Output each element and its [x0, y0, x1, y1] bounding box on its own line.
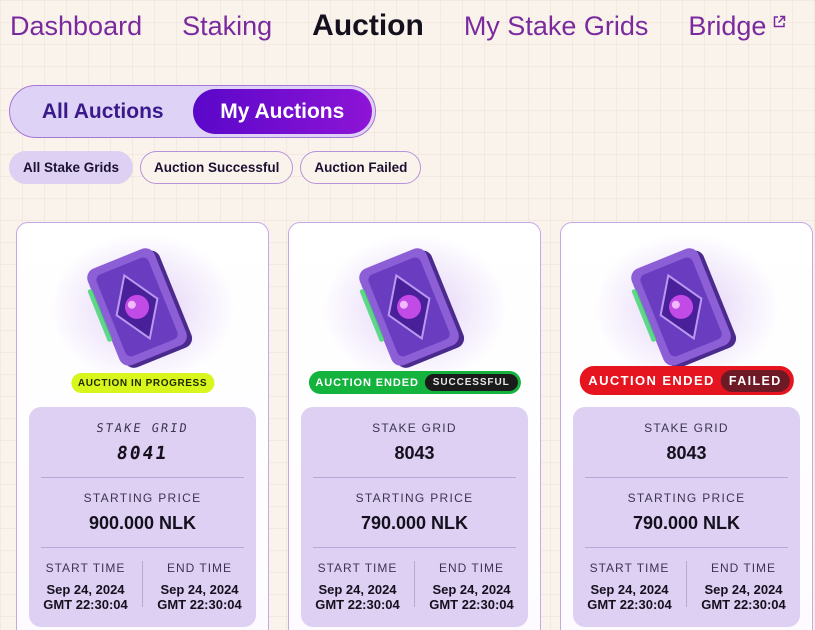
auction-card[interactable]: AUCTION ENDED SUCCESSFUL STAKE GRID 8043 … [288, 222, 541, 630]
status-badge: AUCTION ENDED SUCCESSFUL [308, 371, 521, 394]
auction-card[interactable]: AUCTION IN PROGRESS STAKE GRID 8041 STAR… [16, 222, 269, 630]
external-link-icon [774, 15, 786, 27]
my-auctions-tab[interactable]: My Auctions [192, 89, 372, 134]
auction-scope-toggle: All Auctions My Auctions [9, 85, 376, 138]
starting-price-label: STARTING PRICE [627, 491, 746, 505]
status-badge: AUCTION IN PROGRESS [70, 373, 215, 393]
status-badge-label: AUCTION IN PROGRESS [77, 377, 208, 389]
starting-price-value: 790.000 NLK [360, 513, 469, 533]
stake-grid-label: STAKE GRID [644, 421, 729, 435]
end-date: Sep 24, 2024 [432, 582, 511, 597]
divider [585, 477, 788, 478]
status-badge-label: AUCTION ENDED [315, 376, 419, 389]
nav-dashboard[interactable]: Dashboard [10, 12, 142, 40]
starting-price-value: 900.000 NLK [88, 513, 197, 533]
stake-grid-label: STAKE GRID [372, 421, 457, 435]
filter-all-stake-grids[interactable]: All Stake Grids [9, 151, 134, 184]
end-date: Sep 24, 2024 [160, 582, 239, 597]
card-details-panel: STAKE GRID 8043 STARTING PRICE 790.000 N… [573, 407, 800, 627]
status-badge-result: SUCCESSFUL [424, 374, 518, 391]
start-time-label: START TIME [317, 561, 398, 575]
end-time-label: END TIME [438, 561, 505, 575]
divider [313, 477, 516, 478]
stake-grid-number: 8041 [115, 443, 170, 464]
starting-price-label: STARTING PRICE [83, 491, 202, 505]
top-nav: Dashboard Staking Auction My Stake Grids… [10, 6, 786, 46]
start-date: Sep 24, 2024 [318, 582, 397, 597]
end-date: Sep 24, 2024 [704, 582, 783, 597]
start-time: GMT 22:30:04 [587, 597, 672, 612]
start-date: Sep 24, 2024 [590, 582, 669, 597]
divider [313, 547, 516, 548]
stake-grid-card-icon [86, 248, 192, 368]
start-time: GMT 22:30:04 [43, 597, 128, 612]
start-time: GMT 22:30:04 [315, 597, 400, 612]
stake-grid-card-icon [358, 248, 464, 368]
nav-bridge[interactable]: Bridge [688, 10, 786, 41]
end-time-block: END TIME Sep 24, 2024 GMT 22:30:04 [687, 561, 800, 612]
start-time-block: START TIME Sep 24, 2024 GMT 22:30:04 [573, 561, 686, 612]
start-time-block: START TIME Sep 24, 2024 GMT 22:30:04 [29, 561, 142, 612]
nav-bridge-label: Bridge [688, 10, 767, 41]
filter-auction-successful[interactable]: Auction Successful [140, 151, 294, 184]
divider [41, 477, 244, 478]
start-date: Sep 24, 2024 [46, 582, 125, 597]
nav-auction[interactable]: Auction [312, 11, 424, 41]
stake-grid-label: STAKE GRID [95, 421, 190, 435]
card-details-panel: STAKE GRID 8041 STARTING PRICE 900.000 N… [29, 407, 256, 627]
all-auctions-tab[interactable]: All Auctions [13, 89, 193, 134]
nav-my-stake-grids[interactable]: My Stake Grids [464, 12, 649, 40]
end-time-block: END TIME Sep 24, 2024 GMT 22:30:04 [415, 561, 528, 612]
stake-grid-card-icon [630, 248, 736, 368]
stake-grid-number: 8043 [666, 443, 707, 463]
start-time-block: START TIME Sep 24, 2024 GMT 22:30:04 [301, 561, 414, 612]
start-time-label: START TIME [45, 561, 126, 575]
status-badge-label: AUCTION ENDED [588, 373, 715, 388]
card-details-panel: STAKE GRID 8043 STARTING PRICE 790.000 N… [301, 407, 528, 627]
end-time-label: END TIME [710, 561, 777, 575]
end-time: GMT 22:30:04 [429, 597, 514, 612]
divider [585, 547, 788, 548]
auction-card[interactable]: AUCTION ENDED FAILED STAKE GRID 8043 STAR… [560, 222, 813, 630]
end-time-block: END TIME Sep 24, 2024 GMT 22:30:04 [143, 561, 256, 612]
status-badge: AUCTION ENDED FAILED [579, 366, 794, 395]
nav-staking[interactable]: Staking [182, 12, 272, 40]
status-badge-result: FAILED [720, 369, 790, 392]
stake-grid-number: 8043 [394, 443, 435, 463]
end-time: GMT 22:30:04 [157, 597, 242, 612]
status-filters: All Stake Grids Auction Successful Aucti… [9, 151, 422, 184]
starting-price-value: 790.000 NLK [632, 513, 741, 533]
filter-auction-failed[interactable]: Auction Failed [300, 151, 422, 184]
end-time-label: END TIME [166, 561, 233, 575]
start-time-label: START TIME [589, 561, 670, 575]
end-time: GMT 22:30:04 [701, 597, 786, 612]
divider [41, 547, 244, 548]
starting-price-label: STARTING PRICE [355, 491, 474, 505]
